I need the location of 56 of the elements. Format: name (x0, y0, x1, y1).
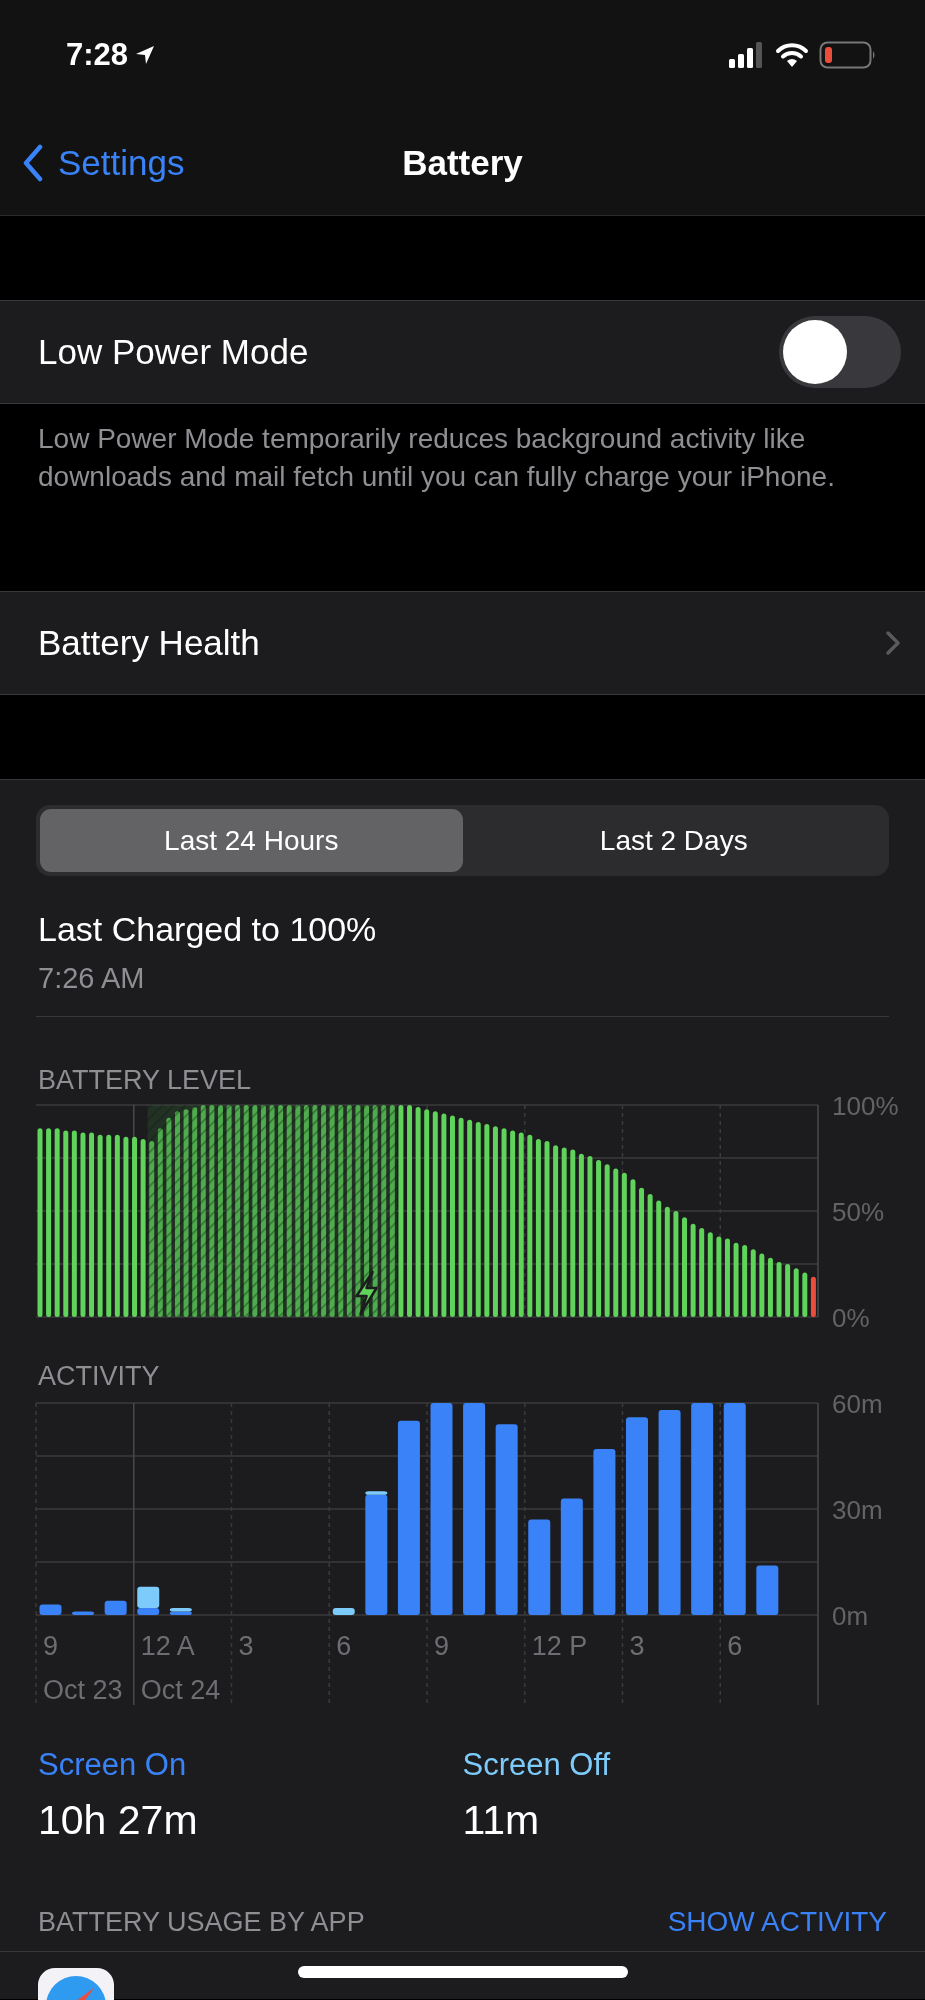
axis-label: 9 (434, 1631, 450, 1661)
lightning-icon (355, 1270, 378, 1316)
section-header: BATTERY USAGE BY APP (38, 1906, 365, 1939)
chart-title: BATTERY LEVEL (38, 1064, 253, 1097)
axis-label: 0% (832, 1303, 870, 1329)
axis-label: 9 (43, 1631, 59, 1661)
battery-bar (785, 1264, 791, 1317)
battery-bar (767, 1257, 773, 1317)
date-label: Oct 24 (140, 1675, 221, 1705)
stat-value: 10h 27m (38, 1796, 199, 1845)
activity-bar (332, 1607, 355, 1615)
legend-label: Screen Off (462, 1746, 612, 1784)
battery-bar (750, 1249, 756, 1317)
axis-label: 0m (832, 1601, 869, 1631)
legend-label: Screen On (38, 1746, 188, 1784)
battery-bar (810, 1276, 816, 1317)
axis-label: 12 A (140, 1631, 195, 1661)
battery-bar (793, 1268, 799, 1317)
axis-label: 3 (629, 1631, 645, 1661)
battery-bar (759, 1253, 765, 1317)
compass-icon (38, 1968, 114, 2000)
range-tab[interactable]: Last 24 Hours (40, 809, 463, 872)
axis-label: 60m (832, 1393, 883, 1419)
last-charged-title: Last Charged to 100% (38, 909, 378, 950)
axis-label: 12 P (531, 1631, 588, 1661)
signal-icon (729, 42, 765, 68)
axis-label: 6 (727, 1631, 743, 1661)
battery-bar (776, 1261, 782, 1317)
row-label: Low Power Mode (38, 332, 309, 372)
back-button[interactable]: Settings (0, 142, 185, 183)
page-title: Battery (401, 142, 524, 183)
footer-text: Low Power Mode temporarily reduces background activity like downloads and mail fetch until you can fully charge your iPhone. (38, 422, 836, 494)
activity-bar (756, 1565, 779, 1615)
chart-title: ACTIVITY (38, 1360, 161, 1393)
activity-bar (104, 1600, 127, 1615)
battery-icon (819, 41, 877, 69)
last-charged-time: 7:26 AM (38, 961, 146, 996)
axis-label: 6 (336, 1631, 352, 1661)
location-icon (134, 44, 157, 66)
chevron-icon (22, 143, 44, 182)
activity-bar (39, 1604, 62, 1615)
activity-bar (72, 1611, 95, 1615)
clock-time: 7:28 (66, 37, 129, 73)
axis-label: 3 (238, 1631, 254, 1661)
axis-label: 30m (832, 1495, 883, 1525)
chevron-icon (885, 630, 901, 656)
date-label: Oct 23 (43, 1675, 123, 1705)
battery-bar (802, 1272, 808, 1317)
show-activity-link[interactable]: SHOW ACTIVITY (667, 1905, 887, 1939)
row-label: Battery Health (38, 623, 260, 663)
range-tab[interactable]: Last 2 Days (462, 809, 885, 872)
settings-row[interactable]: Battery Health (0, 591, 925, 695)
wifi-icon (775, 42, 809, 68)
axis-label: 100% (832, 1097, 899, 1121)
stat-value: 11m (462, 1796, 541, 1845)
axis-label: 50% (832, 1197, 885, 1227)
